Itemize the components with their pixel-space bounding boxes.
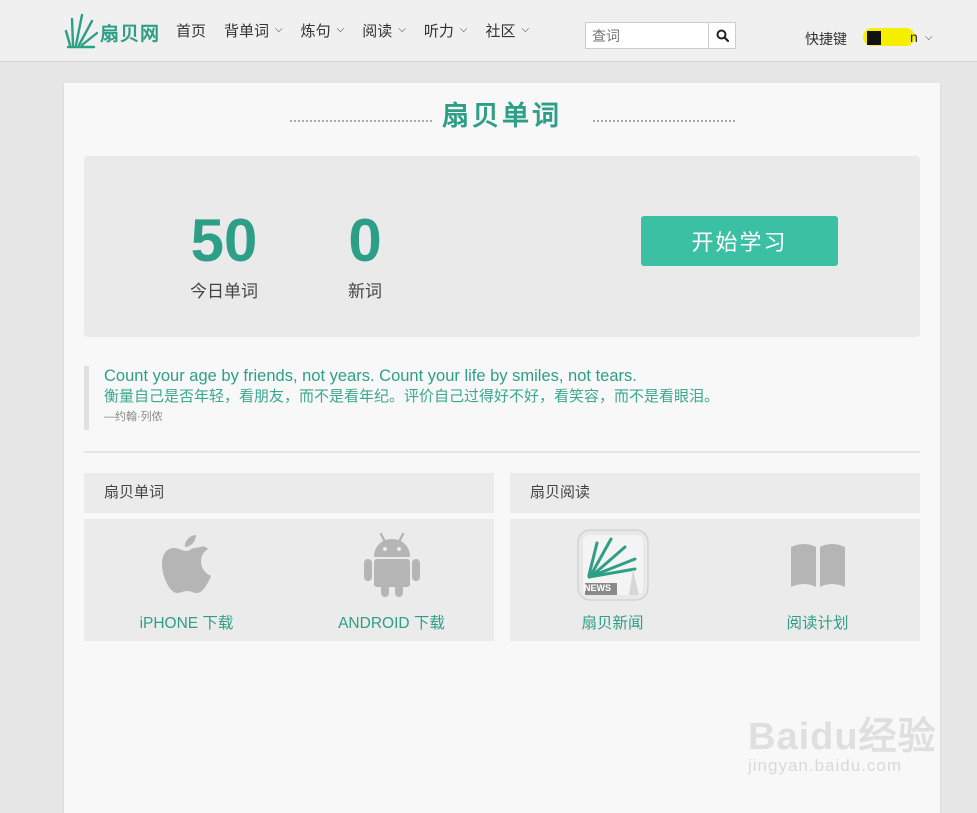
shanbay-news-tile[interactable]: NEWS 扇贝新闻 (510, 519, 715, 641)
quote-english: Count your age by friends, not years. Co… (104, 367, 637, 385)
shanbay-words-panel: 扇贝单词 iPHONE 下载 ANDROID 下载 (84, 473, 494, 641)
site-logo[interactable]: 扇贝网 (64, 12, 160, 52)
nav-vocabulary[interactable]: 背单词 ⌵ (224, 20, 283, 41)
search-input[interactable] (586, 23, 710, 48)
iphone-download-tile[interactable]: iPHONE 下载 (84, 519, 289, 641)
shanbay-reading-panel: 扇贝阅读 NEWS 扇贝新闻 阅读计划 (510, 473, 920, 641)
nav-sentence-label: 炼句 (300, 23, 331, 40)
search-icon (716, 29, 729, 42)
main-content: 扇贝单词 50 今日单词 0 新词 开始学习 Count your age by… (63, 83, 941, 813)
title-dots-left (290, 120, 432, 122)
username-highlight: n (863, 28, 918, 46)
today-words-label: 今日单词 (190, 282, 258, 301)
search-box (585, 22, 736, 49)
reading-plan-label: 阅读计划 (786, 615, 849, 632)
nav-listening-label: 听力 (423, 23, 454, 40)
nav-sentence[interactable]: 炼句 ⌵ (301, 20, 345, 41)
nav-community-label: 社区 (485, 23, 516, 40)
chevron-down-icon: ⌵ (336, 24, 345, 35)
logo-text: 扇贝网 (100, 23, 161, 45)
new-words-label: 新词 (348, 282, 382, 301)
reading-plan-tile[interactable]: 阅读计划 (715, 519, 920, 641)
chevron-down-icon: ⌵ (275, 24, 283, 35)
nav-listening[interactable]: 听力 ⌵ (424, 20, 468, 41)
new-words-stat: 0 新词 (339, 211, 391, 302)
divider (84, 451, 920, 453)
today-words-stat: 50 今日单词 (184, 211, 264, 302)
watermark-main-text: Baidu经验 (748, 716, 937, 758)
nav-reading[interactable]: 阅读 ⌵ (362, 20, 406, 41)
page-title: 扇贝单词 (442, 101, 562, 132)
search-button[interactable] (708, 23, 735, 48)
title-dots-right (593, 120, 735, 122)
section-title: 扇贝单词 (64, 97, 940, 137)
start-learning-button[interactable]: 开始学习 (641, 216, 838, 266)
user-menu[interactable]: n ⌵ (863, 27, 933, 47)
iphone-download-label: iPHONE 下载 (139, 615, 234, 632)
android-download-label: ANDROID 下载 (338, 615, 445, 632)
today-words-count: 50 (190, 207, 258, 274)
chevron-down-icon: ⌵ (459, 24, 468, 35)
shortcuts-link[interactable]: 快捷键 (805, 29, 847, 49)
panel-body: iPHONE 下载 ANDROID 下载 (84, 519, 494, 641)
daily-quote: Count your age by friends, not years. Co… (84, 366, 920, 430)
quote-author: —约翰·列侬 (104, 411, 163, 423)
nav-reading-label: 阅读 (362, 23, 393, 40)
quote-chinese: 衡量自己是否年轻，看朋友，而不是看年纪。评价自己过得好不好，看笑容，而不是看眼泪… (104, 388, 720, 405)
apple-icon (161, 535, 211, 593)
new-words-count: 0 (348, 207, 382, 274)
username: n (910, 29, 918, 45)
chevron-down-icon: ⌵ (925, 31, 933, 43)
android-icon (363, 532, 420, 597)
panel-body: NEWS 扇贝新闻 阅读计划 (510, 519, 920, 641)
nav-home[interactable]: 首页 (176, 20, 206, 41)
avatar (867, 31, 881, 45)
nav-vocabulary-label: 背单词 (224, 23, 270, 40)
shanbay-shell-logo-icon (64, 13, 98, 49)
chevron-down-icon: ⌵ (398, 24, 406, 35)
stats-panel: 50 今日单词 0 新词 开始学习 (84, 156, 920, 337)
nav-community[interactable]: 社区 ⌵ (485, 20, 529, 41)
top-navigation-bar: 扇贝网 首页 背单词 ⌵ 炼句 ⌵ 阅读 ⌵ 听力 ⌵ 社区 ⌵ 快捷键 n ⌵ (0, 0, 977, 62)
news-badge-text: NEWS (584, 583, 611, 593)
shanbay-news-label: 扇贝新闻 (581, 615, 644, 632)
open-book-icon (790, 544, 845, 587)
baidu-jingyan-watermark: Baidu经验 jingyan.baidu.com (748, 705, 937, 776)
android-download-tile[interactable]: ANDROID 下载 (289, 519, 494, 641)
chevron-down-icon: ⌵ (521, 24, 530, 35)
nav-home-label: 首页 (176, 23, 207, 40)
panel-title: 扇贝单词 (84, 473, 494, 513)
main-nav: 首页 背单词 ⌵ 炼句 ⌵ 阅读 ⌵ 听力 ⌵ 社区 ⌵ (176, 0, 547, 61)
panel-title: 扇贝阅读 (510, 473, 920, 513)
